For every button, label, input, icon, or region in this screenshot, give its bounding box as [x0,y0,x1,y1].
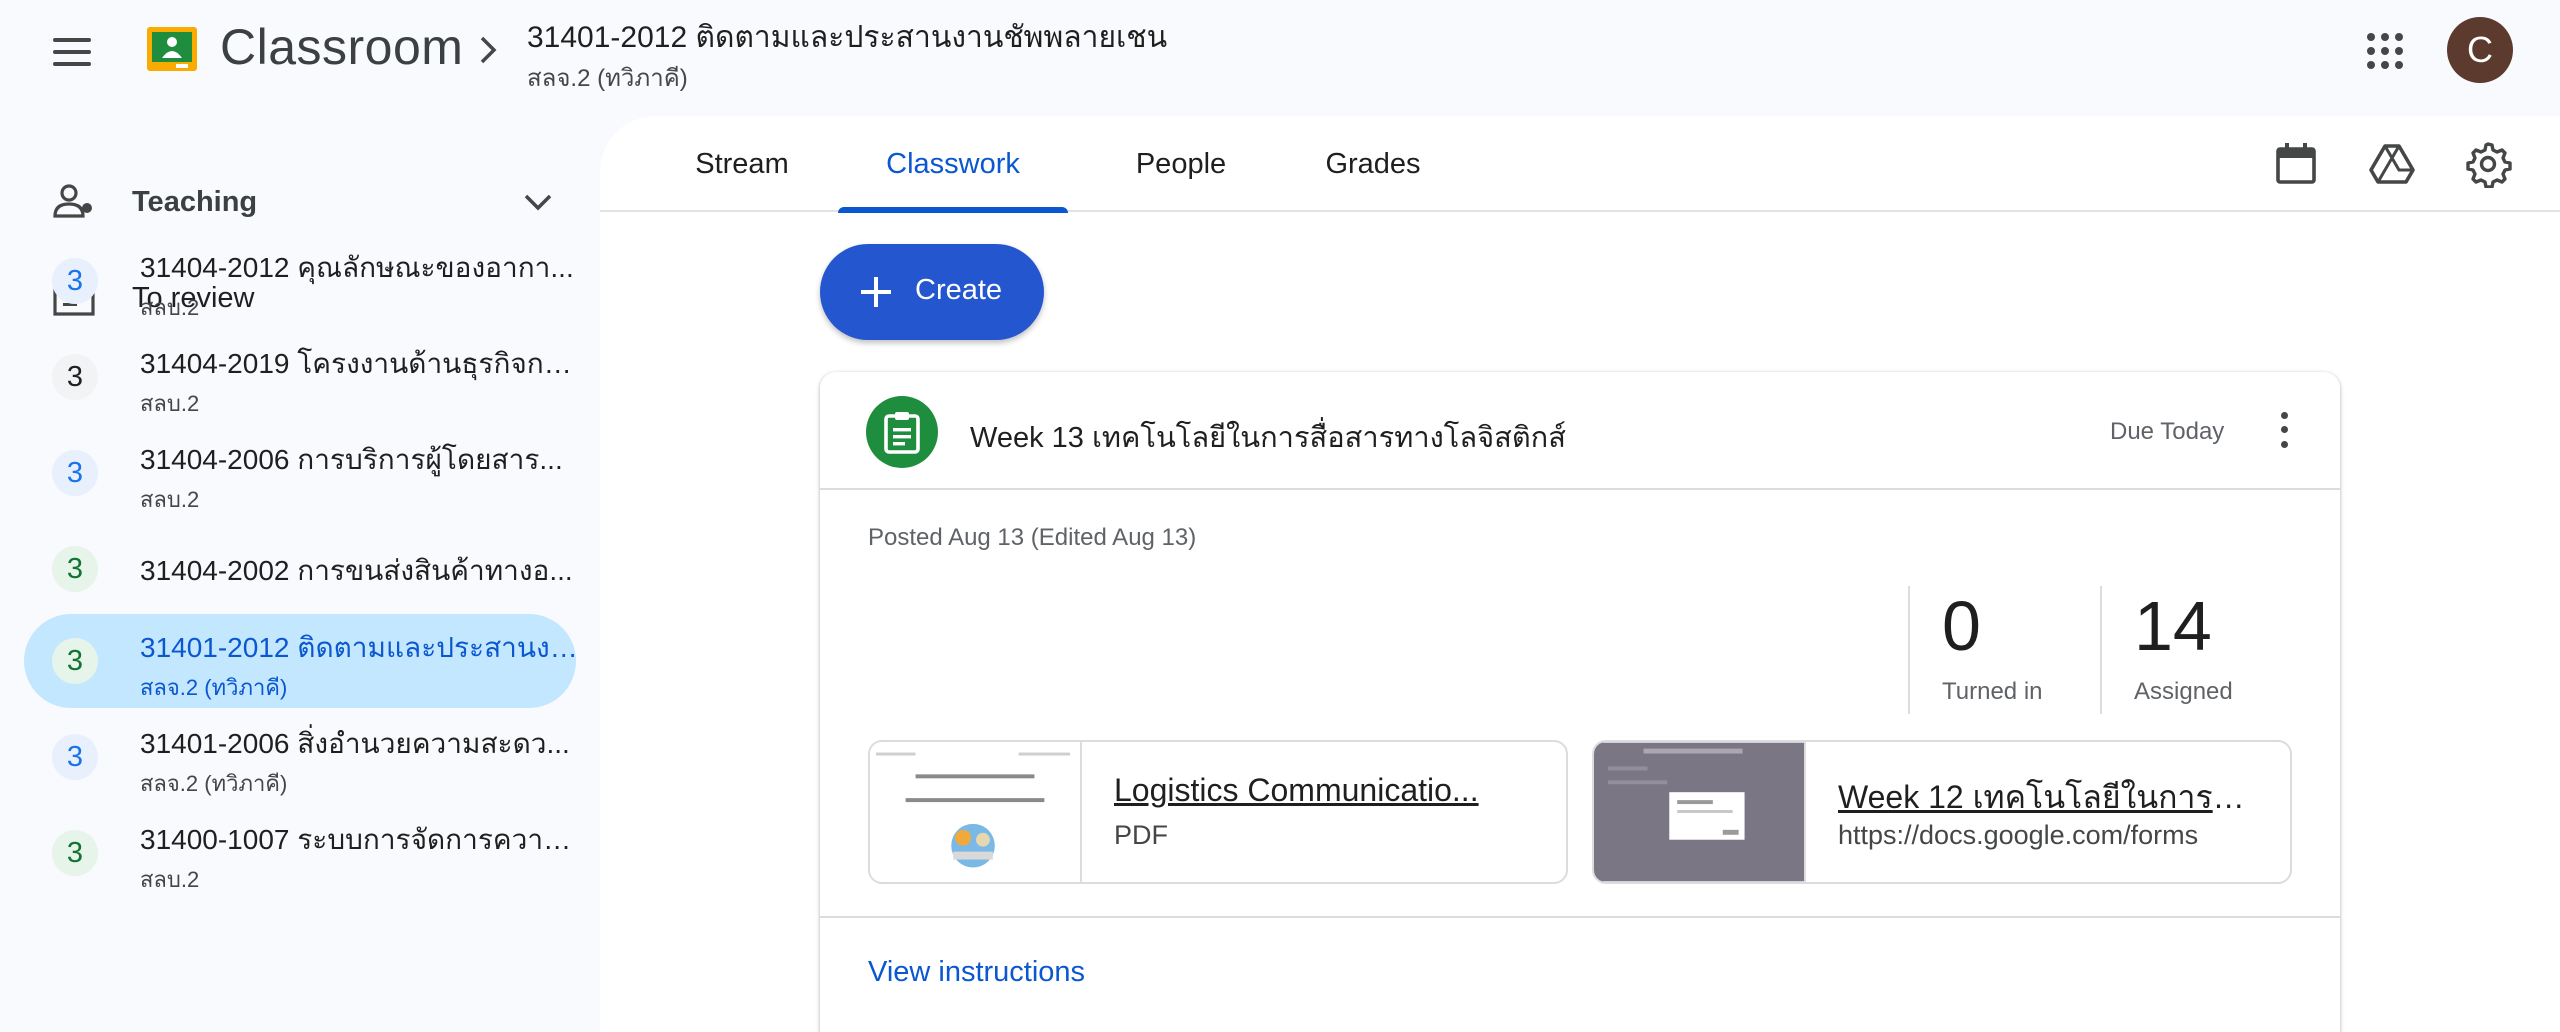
pdf-thumbnail [870,742,1082,882]
plus-icon [861,277,891,307]
create-button[interactable]: Create [820,244,1044,340]
main-menu-icon[interactable] [46,28,98,76]
view-instructions-link[interactable]: View instructions [868,956,1085,989]
tab-grades[interactable]: Grades [1288,116,1458,212]
attachment-type: PDF [1114,820,1168,850]
tab-people[interactable]: People [1100,116,1262,212]
course-section: สลบ.2 [140,487,200,512]
classroom-logo-icon[interactable] [146,26,198,72]
sidebar-course-item[interactable]: 3 31404-2012 คุณลักษณะของอากา... สลบ.2 [24,234,576,328]
course-name: 31404-2019 โครงงานด้านธุรกิจกา... [140,348,580,379]
sidebar: Teaching To review 3 31404-2012 คุณลักษณะ… [0,116,600,1032]
due-status: Due Today [2110,418,2225,445]
attachment-name: Week 12 เทคโนโลยีในการสื่... [1838,779,2258,815]
course-name: 31401-2006 สิ่งอำนวยความสะดว... [140,728,570,759]
attachment-type: https://docs.google.com/forms [1838,820,2199,850]
sidebar-course-item[interactable]: 3 31404-2006 การบริการผู้โดยสาร... สลบ.2 [24,426,576,520]
tab-classwork[interactable]: Classwork [838,116,1068,213]
course-name: 31404-2006 การบริการผู้โดยสาร... [140,444,563,475]
attachment-pdf[interactable]: Logistics Communicatio... PDF [868,740,1568,884]
create-button-label: Create [915,274,1003,306]
app-name[interactable]: Classroom [220,18,463,76]
people-icon [53,184,92,218]
course-name: 31401-2012 ติดตามและประสานงา... [140,632,580,663]
course-badge: 3 [52,450,98,496]
sidebar-course-item[interactable]: 3 31401-2012 ติดตามและประสานงา... สลจ.2 (ท… [24,614,580,708]
assigned-count: 14 [2134,587,2212,665]
chevron-down-icon[interactable] [520,186,556,218]
sidebar-item-teaching[interactable]: Teaching [0,162,600,242]
sidebar-course-item[interactable]: 3 31404-2002 การขนส่งสินค้าทางอ... [24,522,576,616]
assignment-icon [866,396,938,468]
course-badge: 3 [52,830,98,876]
sidebar-item-label: Teaching [132,185,258,218]
calendar-icon[interactable] [2272,140,2320,188]
account-avatar[interactable]: C [2447,17,2513,83]
form-thumbnail [1594,742,1806,882]
class-title[interactable]: 31401-2012 ติดตามและประสานงานชัพพลายเชน [527,14,1167,61]
course-name: 31400-1007 ระบบการจัดการความ... [140,824,580,855]
assignment-card: Week 13 เทคโนโลยีในการสื่อสารทางโลจิสติก… [820,372,2340,1032]
course-badge: 3 [52,734,98,780]
clipboard-icon [884,412,920,454]
turned-in-stat[interactable]: 0 Turned in [1908,586,2098,714]
sidebar-course-item[interactable]: 3 31401-2006 สิ่งอำนวยความสะดว... สลจ.2 (ท… [24,710,576,804]
sidebar-course-item[interactable]: 3 31404-2019 โครงงานด้านธุรกิจกา... สลบ.2 [24,330,580,424]
assignment-header[interactable]: Week 13 เทคโนโลยีในการสื่อสารทางโลจิสติก… [820,372,2340,490]
assignment-title: Week 13 เทคโนโลยีในการสื่อสารทางโลจิสติก… [970,422,1566,454]
assigned-stat[interactable]: 14 Assigned [2100,586,2290,714]
course-section: สลบ.2 [140,295,200,320]
course-section: สลจ.2 (ทวิภาคี) [140,675,288,700]
course-name: 31404-2002 การขนส่งสินค้าทางอ... [140,555,573,586]
tab-bar: Stream Classwork People Grades [600,116,2560,213]
top-app-bar: Classroom 31401-2012 ติดตามและประสานงานช… [0,0,2560,116]
assigned-label: Assigned [2134,678,2233,705]
course-section: สลบ.2 [140,391,200,416]
turned-in-label: Turned in [1942,678,2043,705]
card-divider [820,916,2340,918]
settings-gear-icon[interactable] [2464,140,2512,188]
tab-stream[interactable]: Stream [664,116,820,212]
more-options-icon[interactable] [2274,408,2294,452]
main-panel: Stream Classwork People Grades Create We… [600,116,2560,1032]
attachment-name: Logistics Communicatio... [1114,772,1479,808]
course-badge: 3 [52,638,98,684]
google-drive-icon[interactable] [2368,140,2416,188]
course-badge: 3 [52,354,98,400]
google-apps-icon[interactable] [2362,28,2406,72]
sidebar-course-item[interactable]: 3 31400-1007 ระบบการจัดการความ... สลบ.2 [24,806,580,900]
turned-in-count: 0 [1942,587,1981,665]
course-section: สลจ.2 (ทวิภาคี) [140,771,288,796]
course-badge: 3 [52,546,98,592]
attachment-form[interactable]: Week 12 เทคโนโลยีในการสื่... https://doc… [1592,740,2292,884]
course-name: 31404-2012 คุณลักษณะของอากา... [140,252,574,283]
posted-date: Posted Aug 13 (Edited Aug 13) [868,524,1197,551]
chevron-right-icon [480,36,497,64]
course-section: สลบ.2 [140,867,200,892]
course-badge: 3 [52,258,98,304]
class-section: สลจ.2 (ทวิภาคี) [527,65,688,92]
